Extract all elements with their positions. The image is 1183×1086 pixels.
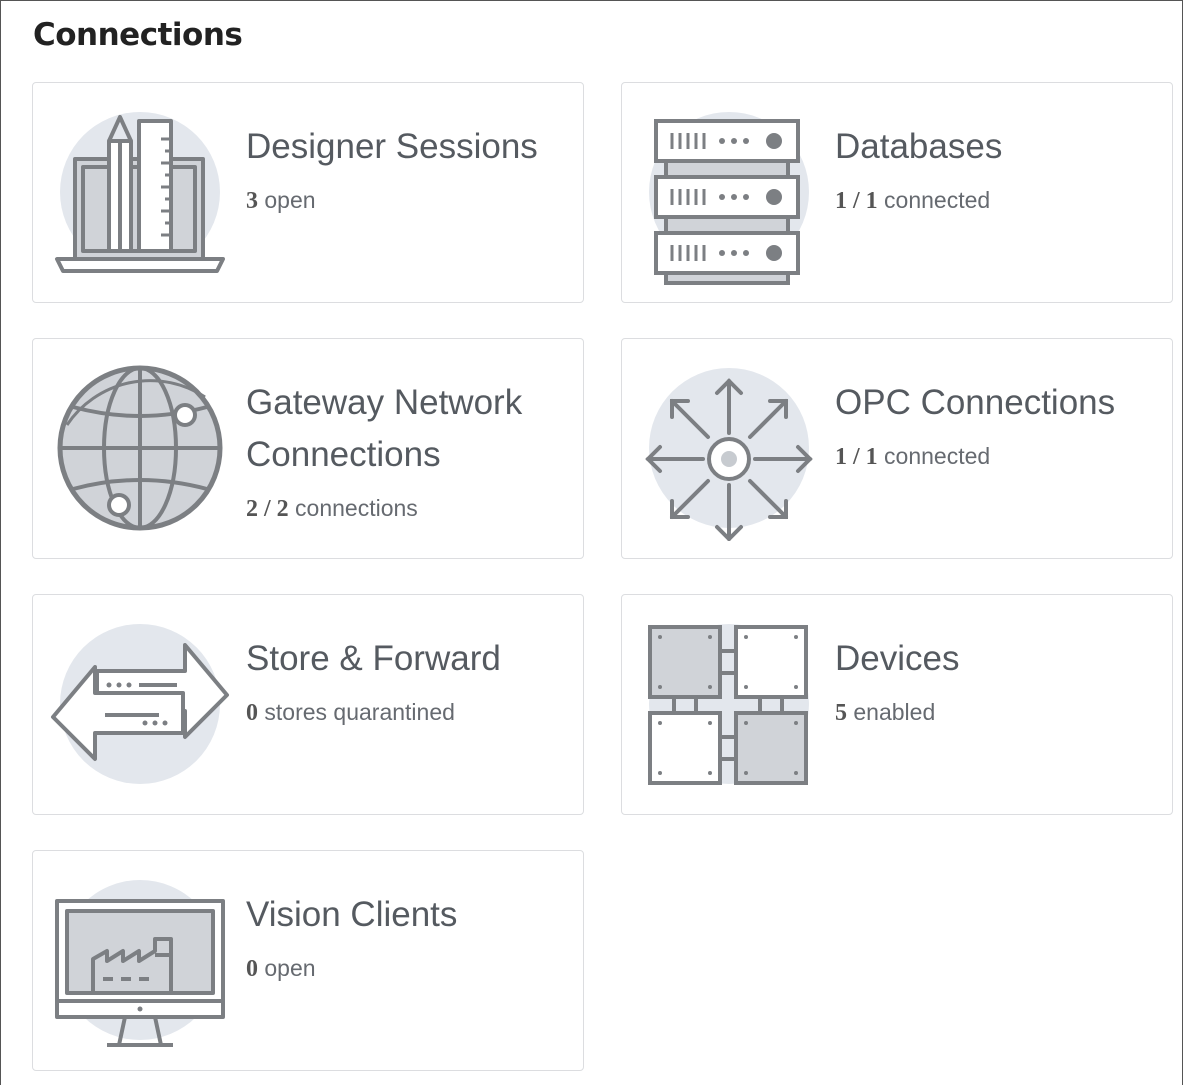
database-icon — [649, 112, 809, 285]
devices-grid-icon — [648, 624, 809, 785]
card-status: 5 enabled — [835, 699, 936, 726]
card-gateway-network[interactable]: Gateway Network Connections 2 / 2 connec… — [32, 338, 584, 559]
card-status: 3 open — [246, 187, 316, 214]
card-vision-clients[interactable]: Vision Clients 0 open — [32, 850, 584, 1071]
section-title: Connections — [33, 17, 243, 53]
card-title: Databases — [835, 127, 1003, 166]
card-designer-sessions[interactable]: Designer Sessions 3 open — [32, 82, 584, 303]
opc-arrows-icon — [645, 368, 813, 541]
designer-icon — [55, 112, 225, 273]
card-title: Vision Clients — [246, 895, 458, 934]
globe-network-icon — [57, 365, 223, 531]
card-status: 0 stores quarantined — [246, 699, 455, 726]
card-title: Designer Sessions — [246, 127, 538, 166]
card-store-forward[interactable]: Store & Forward 0 stores quarantined — [32, 594, 584, 815]
connections-panel: Connections Designer Sessions 3 open Dat… — [0, 0, 1183, 1085]
card-status: 2 / 2 connections — [246, 495, 418, 522]
card-title: Store & Forward — [246, 639, 501, 678]
card-status: 1 / 1 connected — [835, 187, 991, 214]
card-status: 0 open — [246, 955, 316, 982]
card-title: Devices — [835, 639, 960, 678]
store-forward-arrows-icon — [51, 624, 229, 784]
card-databases[interactable]: Databases 1 / 1 connected — [621, 82, 1173, 303]
card-title: OPC Connections — [835, 383, 1116, 422]
card-opc-connections[interactable]: OPC Connections 1 / 1 connected — [621, 338, 1173, 559]
vision-monitor-icon — [55, 880, 225, 1047]
card-status: 1 / 1 connected — [835, 443, 991, 470]
card-devices[interactable]: Devices 5 enabled — [621, 594, 1173, 815]
card-title: Gateway Network Connections — [246, 383, 523, 474]
